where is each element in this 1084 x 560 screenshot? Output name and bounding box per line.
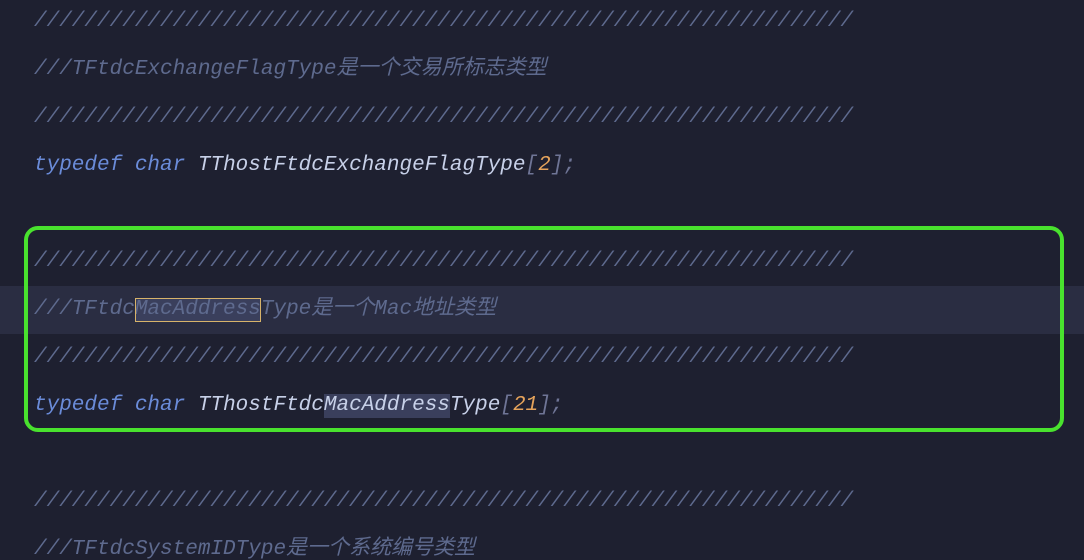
type-name-prefix: TThostFtdc	[198, 394, 324, 417]
keyword-typedef: typedef	[34, 154, 122, 177]
comment-text: ////////////////////////////////////////…	[34, 106, 853, 129]
comment-text: ////////////////////////////////////////…	[34, 490, 853, 513]
comment-text: ///TFtdcSystemIDType是一个系统编号类型	[34, 538, 475, 560]
comment-suffix: Type是一个Mac地址类型	[261, 298, 496, 321]
code-line[interactable]: typedef char TThostFtdcExchangeFlagType[…	[0, 142, 1084, 190]
comment-text: ////////////////////////////////////////…	[34, 10, 853, 33]
code-line-current[interactable]: ///TFtdcMacAddressType是一个Mac地址类型	[0, 286, 1084, 334]
code-line[interactable]: typedef char TThostFtdcMacAddressType[21…	[0, 382, 1084, 430]
comment-text: ////////////////////////////////////////…	[34, 250, 853, 273]
code-line[interactable]: ////////////////////////////////////////…	[0, 94, 1084, 142]
code-line[interactable]: ////////////////////////////////////////…	[0, 238, 1084, 286]
code-line[interactable]: ////////////////////////////////////////…	[0, 334, 1084, 382]
type-name: TThostFtdcExchangeFlagType	[198, 154, 526, 177]
keyword-char: char	[135, 394, 185, 417]
comment-text: ////////////////////////////////////////…	[34, 346, 853, 369]
open-bracket: [	[500, 394, 513, 417]
keyword-char: char	[135, 154, 185, 177]
close-bracket-semicolon: ];	[538, 394, 563, 417]
code-line[interactable]: ////////////////////////////////////////…	[0, 478, 1084, 526]
comment-prefix: ///TFtdc	[34, 298, 135, 321]
code-editor[interactable]: ////////////////////////////////////////…	[0, 0, 1084, 560]
search-match-primary: MacAddress	[135, 298, 261, 321]
number-literal: 21	[513, 394, 538, 417]
comment-text: ///TFtdcExchangeFlagType是一个交易所标志类型	[34, 58, 546, 81]
number-literal: 2	[538, 154, 551, 177]
code-line[interactable]: ///TFtdcExchangeFlagType是一个交易所标志类型	[0, 46, 1084, 94]
keyword-typedef: typedef	[34, 394, 122, 417]
code-line[interactable]: ////////////////////////////////////////…	[0, 0, 1084, 46]
open-bracket: [	[526, 154, 539, 177]
type-name-suffix: Type	[450, 394, 500, 417]
search-match-secondary: MacAddress	[324, 394, 450, 417]
close-bracket-semicolon: ];	[551, 154, 576, 177]
code-line[interactable]: ///TFtdcSystemIDType是一个系统编号类型	[0, 526, 1084, 560]
